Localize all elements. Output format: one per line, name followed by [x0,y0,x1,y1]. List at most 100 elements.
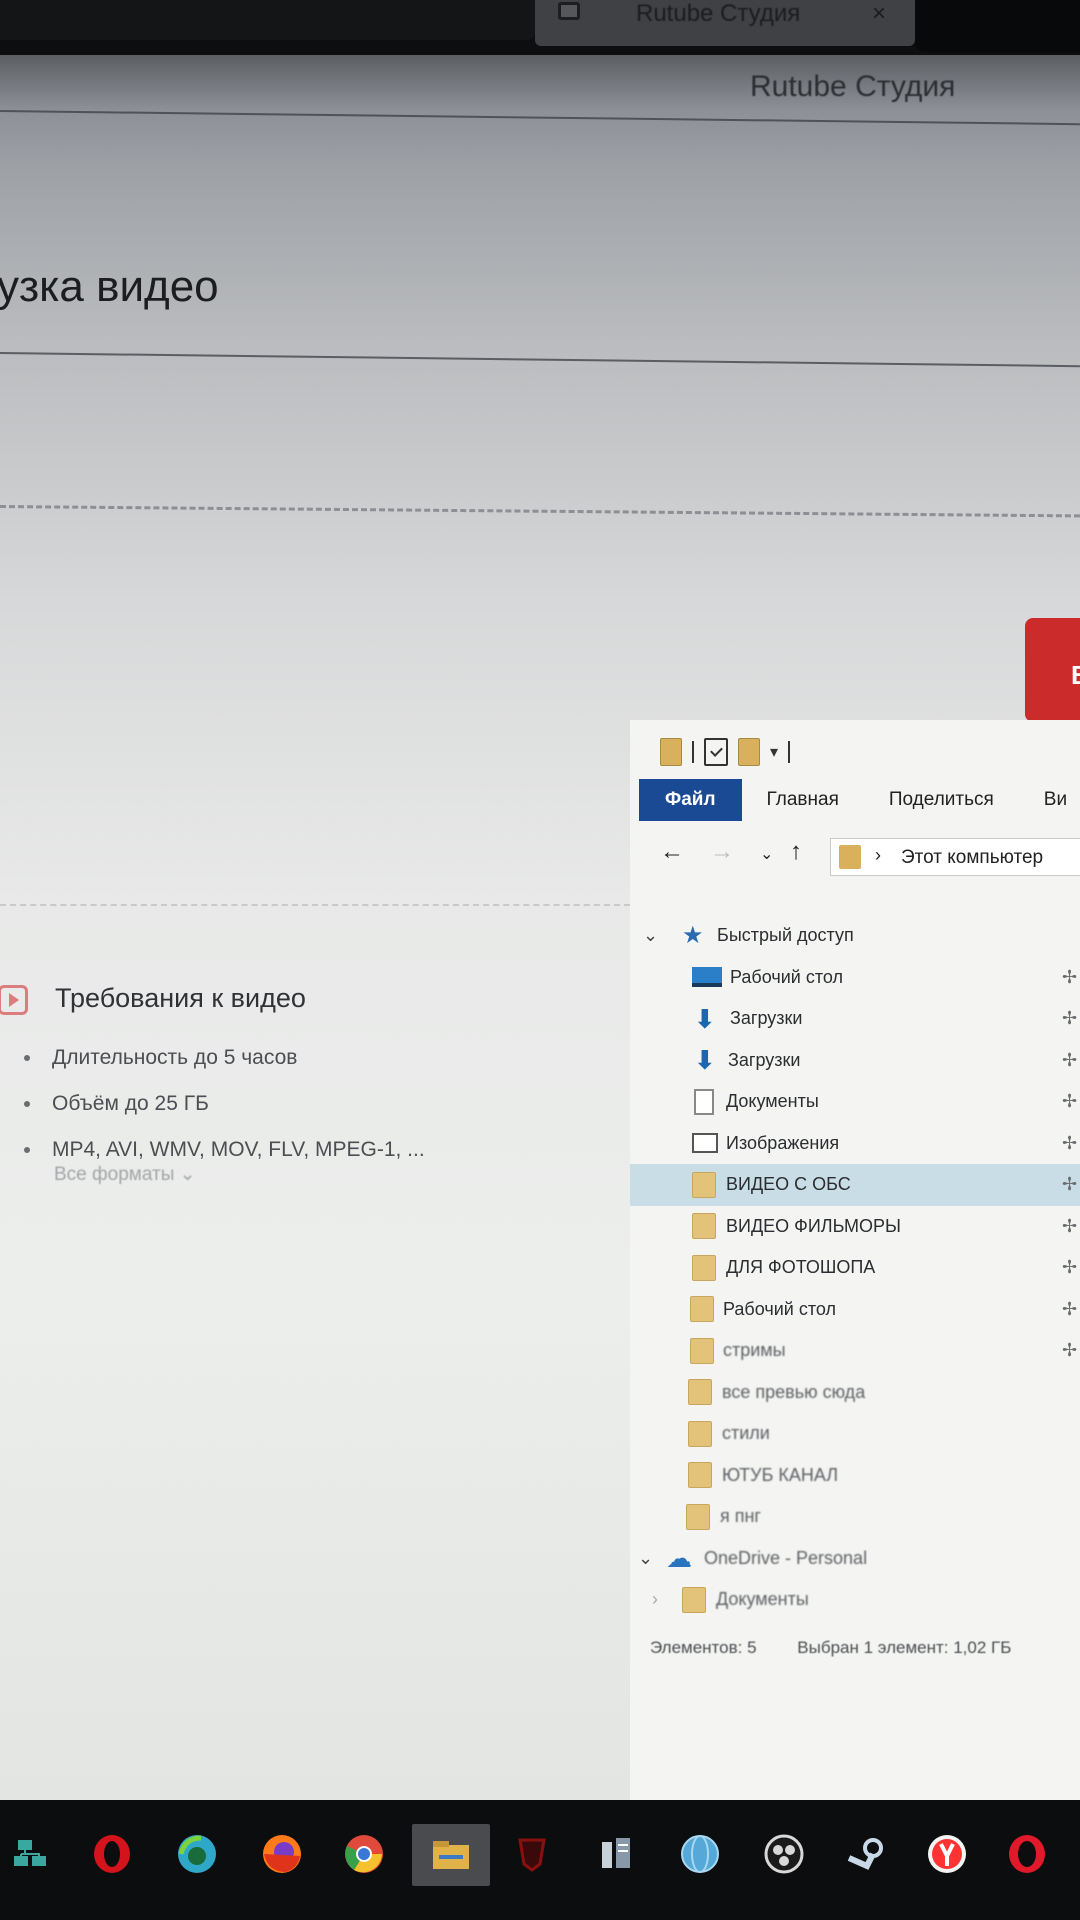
taskbar [0,1800,1080,1920]
document-app-icon[interactable] [594,1832,638,1876]
select-files-button[interactable]: В [1025,618,1080,722]
requirement-item: Длительность до 5 часов [24,1035,425,1081]
tree-item-label: стили [722,1423,770,1444]
tree-item-documents[interactable]: Документы ✢ [630,1081,1080,1123]
folder-icon [692,1254,716,1281]
browser-tab-inactive[interactable] [0,0,535,40]
tree-item-downloads[interactable]: ⬇ Загрузки ✢ [630,1040,1080,1082]
properties-icon[interactable] [704,738,728,766]
requirement-item: Объём до 25 ГБ [24,1081,425,1127]
tree-item-youtube-channel[interactable]: ЮТУБ КАНАЛ [630,1455,1080,1497]
tree-item-label: Рабочий стол [723,1298,836,1319]
folder-icon [686,1503,710,1530]
chevron-down-icon[interactable]: ⌄ [638,1548,653,1569]
pin-icon[interactable]: ✢ [1062,1133,1077,1154]
globe-icon[interactable] [678,1832,722,1876]
network-icon[interactable] [8,1832,52,1876]
address-path[interactable]: Этот компьютер [901,847,1043,869]
bullet-icon [24,1147,30,1153]
pin-icon[interactable]: ✢ [1062,1174,1077,1195]
pin-icon[interactable]: ✢ [1062,1340,1077,1361]
tree-item-label: ВИДЕО ФИЛЬМОРЫ [726,1215,901,1236]
up-arrow-icon[interactable]: ↑ [790,838,802,866]
quick-access-toolbar: ▾ [660,732,791,772]
bullet-icon [24,1055,30,1061]
folder-icon[interactable] [660,738,682,766]
requirements-title: Требования к видео [55,983,306,1013]
edge-icon[interactable] [175,1832,219,1876]
tree-item-label: ДЛЯ ФОТОШОПА [726,1257,876,1278]
toolbar-separator [788,741,791,763]
opera-icon[interactable] [90,1832,134,1876]
chrome-icon[interactable] [342,1832,386,1876]
ribbon-tabs: Файл Главная Поделиться Ви [639,779,1080,821]
tab-close-icon[interactable]: × [872,0,886,28]
tree-item-label: Загрузки [730,1008,803,1029]
status-bar: Элементов: 5 Выбран 1 элемент: 1,02 ГБ [650,1638,1011,1658]
pin-icon[interactable]: ✢ [1062,967,1077,988]
recent-locations-chevron-icon[interactable]: ⌄ [760,844,773,864]
tab-file[interactable]: Файл [639,779,742,821]
tree-item-label: Изображения [726,1132,840,1153]
site-brand[interactable]: Rutube Студия [750,70,955,104]
pictures-icon [692,1133,718,1154]
tree-item-styles[interactable]: стили [630,1413,1080,1455]
steam-icon[interactable] [845,1832,889,1876]
opera-gx-icon[interactable] [1005,1832,1049,1876]
new-folder-icon[interactable] [738,738,760,766]
pin-icon[interactable]: ✢ [1062,1216,1077,1237]
pin-icon[interactable]: ✢ [1062,1091,1077,1112]
address-bar[interactable]: › Этот компьютер [830,838,1080,876]
tree-item-filmora-video[interactable]: ВИДЕО ФИЛЬМОРЫ ✢ [630,1206,1080,1248]
file-explorer-icon[interactable] [412,1824,490,1886]
selection-info: Выбран 1 элемент: 1,02 ГБ [797,1638,1012,1657]
tree-item-desktop-folder[interactable]: Рабочий стол ✢ [630,1289,1080,1331]
pin-icon[interactable]: ✢ [1062,1050,1077,1071]
tree-item-streams[interactable]: стримы ✢ [630,1330,1080,1372]
tree-item-onedrive-documents[interactable]: › Документы [630,1579,1080,1621]
tree-item-png[interactable]: я пнг [630,1496,1080,1538]
title-divider [0,352,1080,368]
tree-item-label: я пнг [720,1506,762,1527]
desktop-icon [692,967,722,988]
tree-item-label: Рабочий стол [730,966,843,987]
upload-dropzone-border [0,505,1080,518]
requirements-list: Длительность до 5 часов Объём до 25 ГБ M… [24,1035,425,1173]
tree-item-quick-access[interactable]: ⌄ ★ Быстрый доступ [630,915,1080,957]
tab-view[interactable]: Ви [1019,779,1080,821]
item-count: Элементов: 5 [650,1638,757,1657]
obs-icon[interactable] [762,1832,806,1876]
tree-item-desktop[interactable]: Рабочий стол ✢ [630,957,1080,999]
folder-icon [839,845,861,869]
folder-icon [682,1586,706,1613]
shield-app-icon[interactable] [510,1832,554,1876]
chevron-down-icon[interactable]: ⌄ [643,925,658,946]
pin-icon[interactable]: ✢ [1062,1257,1077,1278]
tree-item-downloads[interactable]: ⬇ Загрузки ✢ [630,998,1080,1040]
forward-arrow-icon[interactable]: → [710,838,734,866]
yandex-browser-icon[interactable] [925,1832,969,1876]
pin-icon[interactable]: ✢ [1062,1299,1077,1320]
tree-item-pictures[interactable]: Изображения ✢ [630,1123,1080,1165]
tree-item-label: Документы [726,1091,819,1112]
tree-item-obs-video[interactable]: ВИДЕО С ОБС ✢ [630,1164,1080,1206]
tree-item-previews[interactable]: все превью сюда [630,1372,1080,1414]
firefox-icon[interactable] [260,1832,304,1876]
chevron-right-icon[interactable]: › [875,845,881,866]
tab-favicon-icon [558,2,580,20]
video-requirements-icon [0,985,28,1015]
all-formats-link[interactable]: Все форматы ⌄ [54,1163,196,1186]
navigation-pane: ⌄ ★ Быстрый доступ Рабочий стол ✢ ⬇ Загр… [630,915,1080,1621]
upload-dropzone-border-bottom [0,904,630,906]
tree-item-photoshop[interactable]: ДЛЯ ФОТОШОПА ✢ [630,1247,1080,1289]
customize-toolbar-icon[interactable]: ▾ [770,742,778,762]
back-arrow-icon[interactable]: ← [660,838,684,866]
tab-home[interactable]: Главная [742,779,864,821]
toolbar-separator [692,741,694,763]
tree-item-label: ЮТУБ КАНАЛ [722,1464,839,1485]
tree-item-onedrive[interactable]: ⌄ ☁ OneDrive - Personal [630,1538,1080,1580]
tab-share[interactable]: Поделиться [864,779,1019,821]
pin-icon[interactable]: ✢ [1062,1008,1077,1029]
chevron-right-icon[interactable]: › [652,1589,658,1610]
folder-icon [692,1171,716,1198]
